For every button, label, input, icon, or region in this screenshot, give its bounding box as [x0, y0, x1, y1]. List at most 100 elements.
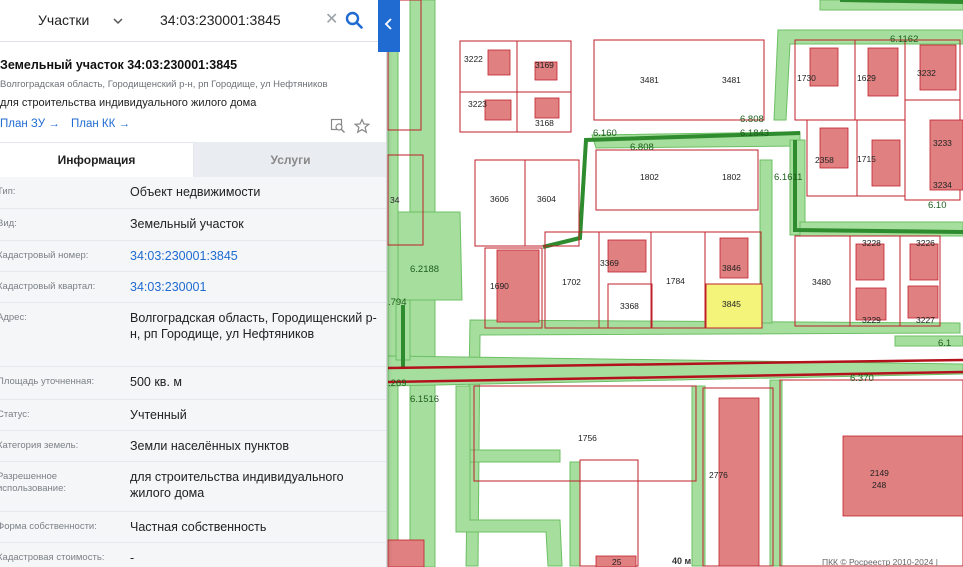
search-type-select[interactable]: Участки	[38, 12, 89, 28]
info-label: Форма собственности:	[0, 521, 97, 532]
info-row-ownership: Форма собственности: Частная собственнос…	[0, 512, 386, 543]
search-bar: Участки 34:03:230001:3845 ✕	[0, 0, 378, 42]
info-row-land-category: Категория земель: Земли населённых пункт…	[0, 431, 386, 462]
zoom-to-icon[interactable]	[330, 118, 346, 139]
svg-text:3227: 3227	[916, 315, 935, 325]
svg-text:6.1611: 6.1611	[774, 172, 802, 183]
svg-text:2776: 2776	[709, 470, 728, 480]
info-row-permitted-use: Разрешенное использование: для строитель…	[0, 462, 386, 512]
card-header: Земельный участок 34:03:230001:3845 Волг…	[0, 52, 386, 142]
svg-text:3604: 3604	[537, 194, 556, 204]
info-label: Разрешенное использование:	[0, 471, 67, 494]
svg-text:1802: 1802	[722, 172, 741, 182]
info-panel: Участки 34:03:230001:3845 ✕ Земельный уч…	[0, 0, 387, 567]
card-purpose: для строительства индивидуального жилого…	[0, 97, 257, 109]
chevron-left-icon	[384, 17, 394, 35]
svg-text:3169: 3169	[535, 60, 554, 70]
collapse-panel-button[interactable]	[378, 0, 400, 52]
card-title: Земельный участок 34:03:230001:3845	[0, 58, 238, 72]
svg-text:6.1162: 6.1162	[890, 34, 918, 45]
info-value: 500 кв. м	[130, 375, 182, 389]
info-row-status: Статус: Учтенный	[0, 400, 386, 431]
svg-text:1784: 1784	[666, 276, 685, 286]
plan-zu-link[interactable]: План ЗУ →	[0, 118, 60, 130]
svg-text:6.1516: 6.1516	[410, 394, 439, 405]
svg-text:6.1843: 6.1843	[740, 128, 769, 139]
svg-text:.269: .269	[388, 378, 407, 389]
tab-information[interactable]: Информация	[0, 142, 194, 177]
info-row-cadastral-number: Кадастровый номер: 34:03:230001:3845	[0, 241, 386, 272]
panel-tabs: Информация Услуги	[0, 142, 386, 177]
info-value: для строительства индивидуального жилого…	[130, 470, 344, 500]
info-value: Объект недвижимости	[130, 185, 261, 199]
info-row-type: Тип: Объект недвижимости	[0, 177, 386, 209]
search-input[interactable]: 34:03:230001:3845	[160, 12, 281, 28]
info-value: Частная собственность	[130, 520, 267, 534]
svg-text:3223: 3223	[468, 99, 487, 109]
info-value: Волгоградская область, Городищенский р-н…	[130, 311, 377, 341]
info-row-cadastral-value: Кадастровая стоимость: -	[0, 543, 386, 567]
info-value: -	[130, 551, 135, 565]
svg-text:6.10: 6.10	[928, 200, 947, 211]
svg-text:1629: 1629	[857, 73, 876, 83]
plan-kk-link[interactable]: План КК →	[71, 118, 130, 130]
svg-text:3368: 3368	[620, 301, 639, 311]
svg-text:3234: 3234	[933, 180, 952, 190]
svg-text:3481: 3481	[640, 75, 659, 85]
svg-text:3233: 3233	[933, 138, 952, 148]
svg-text:3480: 3480	[812, 277, 831, 287]
svg-text:1690: 1690	[490, 281, 509, 291]
info-label: Кадастровый квартал:	[0, 281, 96, 292]
tab-services[interactable]: Услуги	[194, 142, 386, 177]
svg-text:1756: 1756	[578, 433, 597, 443]
svg-text:1715: 1715	[857, 154, 876, 164]
info-table: Тип: Объект недвижимости Вид: Земельный …	[0, 177, 386, 567]
info-row-kind: Вид: Земельный участок	[0, 209, 386, 241]
svg-text:6.370: 6.370	[850, 373, 874, 384]
svg-text:3606: 3606	[490, 194, 509, 204]
svg-text:34: 34	[390, 195, 400, 205]
info-row-area: Площадь уточненная: 500 кв. м	[0, 367, 386, 400]
star-icon[interactable]	[353, 118, 371, 139]
svg-text:6.808: 6.808	[740, 114, 764, 125]
info-row-address: Адрес: Волгоградская область, Городищенс…	[0, 303, 386, 367]
info-label: Кадастровая стоимость:	[0, 552, 105, 563]
svg-text:3226: 3226	[916, 238, 935, 248]
map-scale: 40 м	[672, 556, 692, 566]
svg-text:6.808: 6.808	[630, 142, 654, 153]
info-row-cadastral-quarter: Кадастровый квартал: 34:03:230001	[0, 272, 386, 303]
svg-text:3232: 3232	[917, 68, 936, 78]
info-value: Земельный участок	[130, 217, 244, 231]
info-label: Тип:	[0, 186, 16, 197]
info-label: Адрес:	[0, 312, 27, 323]
info-label: Статус:	[0, 409, 30, 420]
svg-text:3369: 3369	[600, 258, 619, 268]
svg-text:1702: 1702	[562, 277, 581, 287]
map-copyright: ПКК © Росреестр 2010-2024 |	[822, 557, 938, 567]
svg-text:3228: 3228	[862, 238, 881, 248]
svg-text:1802: 1802	[640, 172, 659, 182]
chevron-down-icon[interactable]	[113, 13, 123, 31]
svg-text:248: 248	[872, 480, 886, 490]
svg-text:3222: 3222	[464, 54, 483, 64]
info-label: Площадь уточненная:	[0, 376, 95, 387]
info-label: Вид:	[0, 218, 17, 229]
card-address: Волгоградская область, Городищенский р-н…	[0, 79, 328, 90]
svg-text:6.1: 6.1	[938, 338, 951, 349]
cadastral-quarter-link[interactable]: 34:03:230001	[130, 279, 380, 295]
svg-text:3846: 3846	[722, 263, 741, 273]
svg-text:3229: 3229	[862, 315, 881, 325]
svg-text:2149: 2149	[870, 468, 889, 478]
info-label: Кадастровый номер:	[0, 250, 89, 261]
svg-text:2358: 2358	[815, 155, 834, 165]
svg-text:1730: 1730	[797, 73, 816, 83]
svg-text:3168: 3168	[535, 118, 554, 128]
info-value: Учтенный	[130, 408, 187, 422]
cadastral-number-link[interactable]: 34:03:230001:3845	[130, 248, 380, 264]
info-label: Категория земель:	[0, 440, 79, 451]
search-icon[interactable]	[345, 11, 363, 34]
info-value: Земли населённых пунктов	[130, 439, 289, 453]
close-icon[interactable]: ✕	[325, 12, 338, 28]
svg-text:6.160: 6.160	[593, 128, 617, 139]
svg-text:25: 25	[612, 557, 622, 567]
